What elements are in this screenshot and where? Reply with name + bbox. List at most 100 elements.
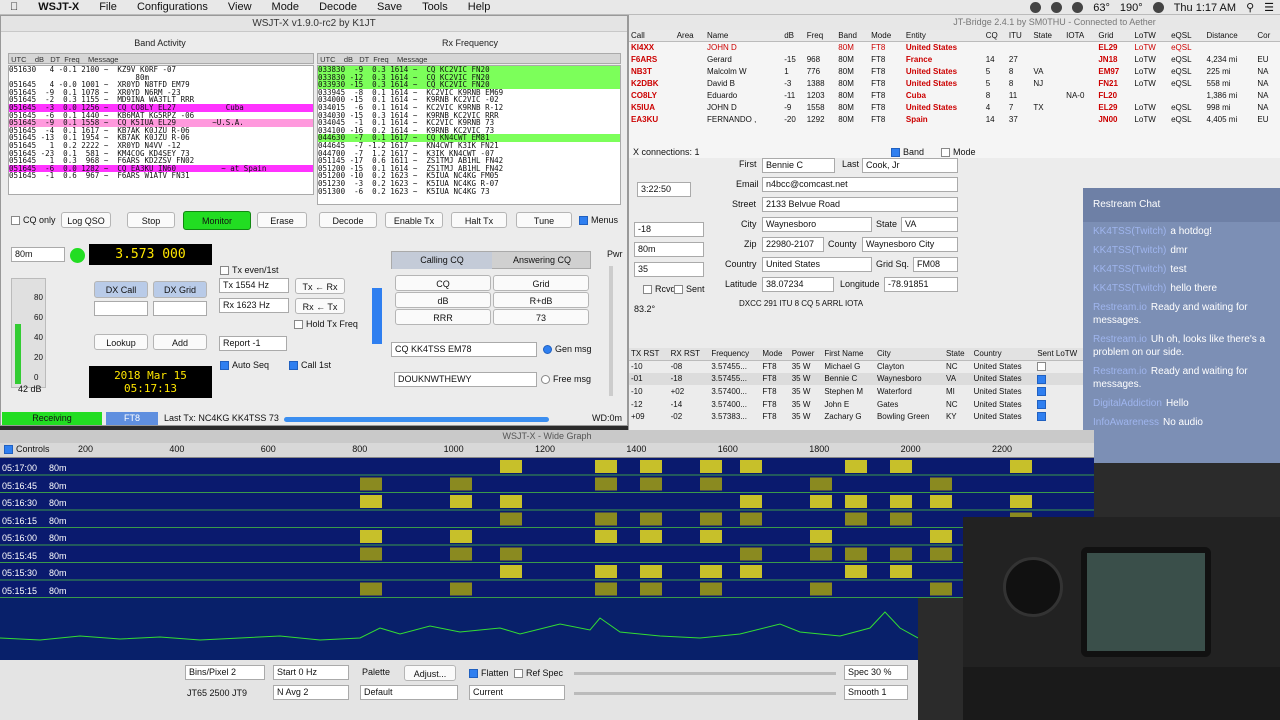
bins-spinner[interactable]: Bins/Pixel 2 [185,665,265,680]
status-icon[interactable] [1051,2,1063,13]
log-qso-button[interactable]: Log QSO [61,212,111,228]
chat-author[interactable]: DigitalAddiction [1093,398,1162,409]
ref-spec-checkbox[interactable]: Ref Spec [514,668,563,679]
gen-msg-field[interactable]: CQ KK4TSS EM78 [391,342,537,357]
jtbridge-row[interactable]: K5IUA JOHN D -9 1558 80M FT8 United States 4 7 TX… [629,101,1280,113]
msg-db-button[interactable]: dB [395,292,491,308]
search-icon[interactable]: ⚲ [1246,1,1254,14]
email-field[interactable]: n4bcc@comcast.net [762,177,958,192]
add-button[interactable]: Add [153,334,207,350]
report-spinner[interactable]: Report -1 [219,336,287,351]
flatten-checkbox[interactable]: Flatten [469,668,509,679]
gen-msg-radio[interactable]: Gen msg [543,344,592,355]
jtbridge-col-header[interactable]: ITU [1006,30,1032,42]
chat-author[interactable]: Restream.io [1093,366,1147,377]
tx-frequency-spinner[interactable]: Tx 1554 Hz [219,278,289,293]
app-menu[interactable]: WSJT-X [28,1,89,13]
city-field[interactable]: Waynesboro [762,217,872,232]
log-col-header[interactable]: Frequency [709,348,761,361]
log-col-header[interactable]: First Name [822,348,875,361]
tab-strip[interactable] [372,288,382,344]
tab-calling-cq[interactable]: Calling CQ [392,252,492,269]
band-field[interactable]: 80m [634,242,704,257]
tx-from-rx-button[interactable]: Tx ← Rx [295,278,345,294]
log-col-header[interactable]: TX RST [629,348,669,361]
state-field[interactable]: VA [901,217,958,232]
call-1st-checkbox[interactable]: Call 1st [289,360,331,371]
jtbridge-col-header[interactable]: dB [782,30,805,42]
controls-checkbox[interactable]: Controls [4,444,50,455]
clock-label[interactable]: Thu 1:17 AM [1174,2,1236,14]
zero-slider[interactable] [574,692,836,695]
menu-mode[interactable]: Mode [262,1,310,13]
log-col-header[interactable]: Sent LoTW [1035,348,1089,361]
band-checkbox[interactable]: Band [891,147,924,158]
menu-tools[interactable]: Tools [412,1,458,13]
enable-tx-button[interactable]: Enable Tx [385,212,443,228]
band-activity-line[interactable]: 051645 -1 0.6 967 ~ F6ARS W1ATV FN31 [9,172,313,180]
adjust-button[interactable]: Adjust... [404,665,456,681]
sent-lotw-checkbox[interactable] [1035,398,1089,411]
dx-grid-field[interactable] [153,301,207,316]
longitude-field[interactable]: -78.91851 [884,277,958,292]
latitude-field[interactable]: 38.07234 [762,277,834,292]
dx-grid-button[interactable]: DX Grid [153,281,207,298]
last-field[interactable]: Cook, Jr [862,158,958,173]
menu-help[interactable]: Help [458,1,501,13]
menu-view[interactable]: View [218,1,262,13]
spec-spinner[interactable]: Spec 30 % [844,665,908,680]
power-slider[interactable] [609,266,613,396]
jtbridge-col-header[interactable]: Mode [869,30,904,42]
halt-tx-button[interactable]: Halt Tx [451,212,507,228]
sent-checkbox[interactable]: Sent [674,284,705,295]
jtbridge-col-header[interactable]: LoTW [1132,30,1170,42]
apple-icon[interactable]:  [0,1,28,13]
zip-field[interactable]: 22980-2107 [762,237,824,252]
stop-button[interactable]: Stop [127,212,175,228]
rcvd-checkbox[interactable]: Rcvd [643,284,676,295]
monitor-button[interactable]: Monitor [183,211,251,230]
menu-decode[interactable]: Decode [309,1,367,13]
jtbridge-row[interactable]: NB3T Malcolm W 1 776 80M FT8 United States 5 8 VA… [629,65,1280,77]
sent-lotw-checkbox[interactable] [1035,360,1089,373]
jtbridge-col-header[interactable]: CQ [983,30,1007,42]
chat-author[interactable]: KK4TSS(Twitch) [1093,283,1166,294]
dx-call-button[interactable]: DX Call [94,281,148,298]
wifi-icon[interactable] [1152,2,1164,13]
free-msg-radio[interactable]: Free msg [541,374,591,385]
jtbridge-col-header[interactable]: Distance [1204,30,1256,42]
jtbridge-col-header[interactable]: eQSL [1169,30,1205,42]
menu-configurations[interactable]: Configurations [127,1,218,13]
log-col-header[interactable]: Mode [760,348,790,361]
jtbridge-row[interactable]: K2DBK David B -3 1388 80M FT8 United States 5 8 N… [629,77,1280,89]
jtbridge-row[interactable]: F6ARS Gerard -15 968 80M FT8 France 14 27 JN18 LoT… [629,53,1280,65]
sent-lotw-checkbox[interactable] [1035,373,1089,386]
chat-author[interactable]: InfoAwareness [1093,417,1159,428]
jtbridge-col-header[interactable]: Grid [1096,30,1133,42]
menus-checkbox[interactable]: Menus [579,215,618,226]
erase-button[interactable]: Erase [257,212,307,228]
status-icon[interactable] [1030,2,1042,13]
waterfall-display[interactable]: 05:17:00 80m 05:16:45 80m 05:16:30 80m 05:16:1… [0,458,1094,598]
tx-even-checkbox[interactable]: Tx even/1st [220,265,279,276]
jtbridge-col-header[interactable]: Call [629,30,675,42]
log-col-header[interactable]: Country [971,348,1036,361]
menu-save[interactable]: Save [367,1,412,13]
auto-seq-checkbox[interactable]: Auto Seq [220,360,269,371]
hold-tx-checkbox[interactable]: Hold Tx Freq [294,319,358,330]
jtbridge-col-header[interactable]: IOTA [1064,30,1097,42]
rx-frequency-list[interactable]: 033830 -9 0.3 1614 ~ CQ KC2VIC FN20 03383… [317,65,621,205]
jtbridge-col-header[interactable]: Entity [903,30,984,42]
msg-grid-button[interactable]: Grid [493,275,589,291]
lookup-button[interactable]: Lookup [94,334,148,350]
smooth-spinner[interactable]: Smooth 1 [844,685,908,700]
rx-frequency-line[interactable]: 051300 -6 0.2 1623 ~ K5IUA NC4KG 73 [318,187,620,196]
log-row[interactable]: -10 -08 3.57455... FT8 35 W Michael G Clayton N… [629,360,1089,373]
log-row[interactable]: -12 -14 3.57400... FT8 35 W John E Gates NC Unit… [629,398,1089,411]
chat-author[interactable]: KK4TSS(Twitch) [1093,264,1166,275]
country-field[interactable]: United States [762,257,872,272]
sent-lotw-checkbox[interactable] [1035,385,1089,398]
rst-field[interactable]: -18 [634,222,704,237]
chat-author[interactable]: Restream.io [1093,302,1147,313]
spectrum-select[interactable]: Current [469,685,565,700]
